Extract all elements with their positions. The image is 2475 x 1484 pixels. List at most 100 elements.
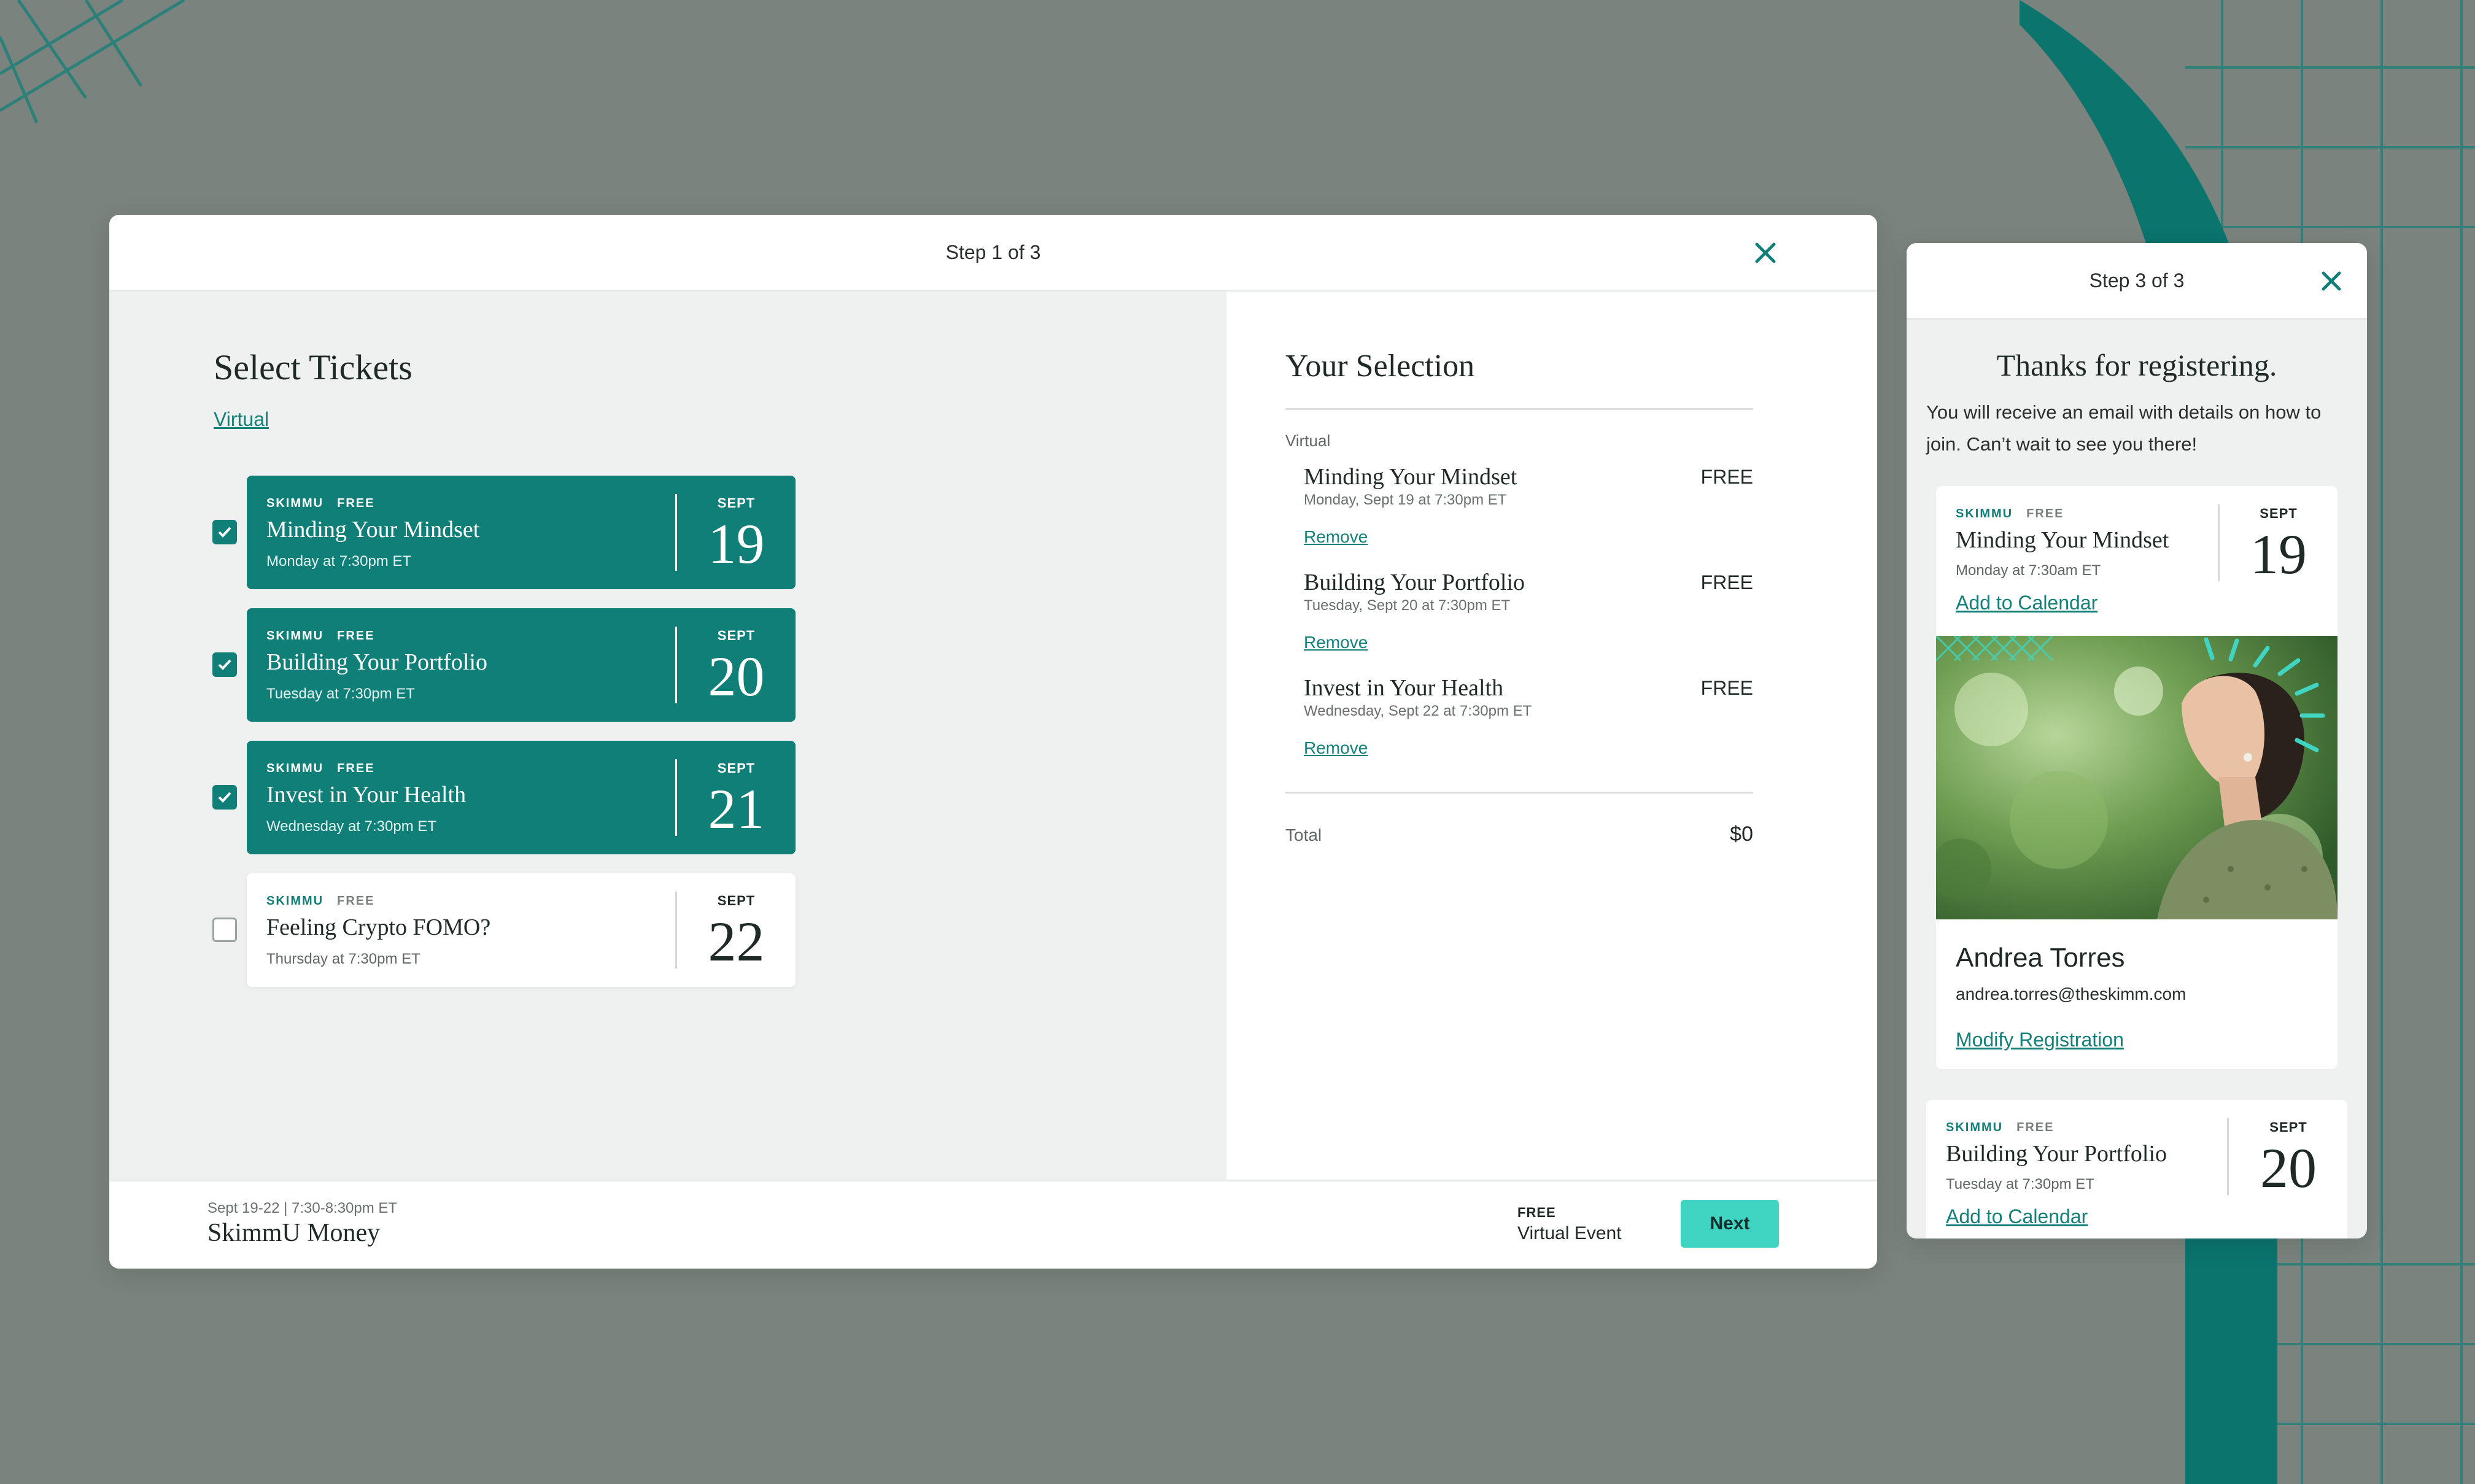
ticket-time: Monday at 7:30pm ET [266, 553, 412, 570]
selection-item-price: FREE [1700, 677, 1753, 699]
selection-section-label: Virtual [1285, 431, 1331, 450]
checkmark-icon [218, 792, 231, 803]
selection-item: Invest in Your Health Wednesday, Sept 22… [1304, 674, 1753, 758]
ticket-card[interactable]: SKIMMU FREE Invest in Your Health Wednesd… [247, 741, 796, 854]
selection-item: Building Your Portfolio Tuesday, Sept 20… [1304, 569, 1753, 652]
brand-tag: SKIMMU [266, 497, 324, 510]
checkmark-icon [218, 527, 231, 538]
ticket-card[interactable]: SKIMMU FREE Feeling Crypto FOMO? Thursday… [247, 873, 796, 987]
virtual-filter-link[interactable]: Virtual [214, 408, 269, 431]
ticket-selection-pane: Select Tickets Virtual SKIMMU FREE Mindin… [109, 292, 1226, 1180]
selection-item-name: Minding Your Mindset [1304, 464, 1517, 490]
ticket-name: Invest in Your Health [266, 782, 467, 808]
selection-item-price: FREE [1700, 571, 1753, 593]
ticket-checkbox[interactable] [212, 520, 237, 544]
ticket-tags: SKIMMU FREE [266, 762, 374, 776]
divider [1285, 408, 1753, 410]
ticket-row: SKIMMU FREE Minding Your Mindset Monday a… [212, 476, 796, 589]
confirmation-title: Thanks for registering. [1996, 348, 2277, 382]
remove-link[interactable]: Remove [1304, 633, 1368, 652]
selection-title: Your Selection [1285, 349, 1475, 384]
your-selection-pane: Your Selection Virtual Minding Your Mind… [1226, 292, 1877, 1180]
ticket-time: Tuesday at 7:30pm ET [1946, 1176, 2094, 1192]
ticket-card[interactable]: SKIMMU FREE Minding Your Mindset Monday a… [247, 476, 796, 589]
selection-item-price: FREE [1700, 466, 1753, 488]
total-value: $0 [1730, 822, 1753, 846]
registration-confirmation-modal: Step 3 of 3 Thanks for registering. You … [1907, 243, 2367, 1239]
ticket-time: Monday at 7:30am ET [1956, 562, 2101, 579]
ticket-time: Thursday at 7:30pm ET [266, 951, 420, 967]
brand-tag: SKIMMU [1946, 1121, 2004, 1134]
ticket-divider [675, 494, 677, 571]
close-icon[interactable] [1752, 239, 1779, 266]
ticket-day: 19 [708, 512, 765, 575]
ticket-divider [675, 759, 677, 836]
ticket-day: 22 [708, 910, 765, 973]
add-to-calendar-link[interactable]: Add to Calendar [1956, 592, 2097, 614]
ticket-checkbox[interactable] [212, 785, 237, 810]
attendee-name: Andrea Torres [1956, 943, 2125, 973]
brand-tag: SKIMMU [1956, 507, 2013, 520]
price-tag: FREE [2026, 507, 2064, 520]
price-tag: FREE [337, 629, 375, 643]
ticket-month: SEPT [717, 628, 756, 643]
price-tag: FREE [337, 762, 375, 775]
ticket-row: SKIMMU FREE Feeling Crypto FOMO? Thursday… [212, 873, 796, 987]
woman-portrait-photo [1936, 636, 2338, 919]
ticket-month: SEPT [2260, 506, 2298, 521]
ticket-tags: SKIMMU FREE [266, 629, 374, 643]
step-indicator: Step 3 of 3 [2089, 269, 2185, 292]
ticket-name: Building Your Portfolio [1946, 1141, 2167, 1167]
add-to-calendar-link[interactable]: Add to Calendar [1946, 1205, 2088, 1228]
ticket-month: SEPT [2269, 1119, 2307, 1135]
ticket-name: Minding Your Mindset [266, 517, 480, 543]
selection-item-name: Building Your Portfolio [1304, 570, 1525, 595]
registered-event-card: SKIMMU FREE Minding Your Mindset Monday a… [1936, 486, 2338, 1069]
selection-item-date: Wednesday, Sept 22 at 7:30pm ET [1304, 703, 1532, 719]
ticket-day: 19 [2250, 523, 2307, 585]
ticket-month: SEPT [717, 760, 756, 776]
registered-event-card: SKIMMU FREE Building Your Portfolio Tuesd… [1926, 1100, 2347, 1239]
ticket-time: Wednesday at 7:30pm ET [266, 818, 437, 835]
ticket-tags: SKIMMU FREE [1946, 1121, 2054, 1135]
ticket-month: SEPT [717, 495, 756, 511]
page-title: Select Tickets [214, 347, 412, 387]
price-tag: FREE [337, 497, 375, 510]
modal-footer: Sept 19-22 | 7:30-8:30pm ET SkimmU Money… [109, 1180, 1877, 1269]
ticket-card[interactable]: SKIMMU FREE Building Your Portfolio Tuesd… [247, 608, 796, 722]
ticket-tags: SKIMMU FREE [266, 894, 374, 908]
step-indicator: Step 1 of 3 [945, 241, 1041, 263]
ticket-divider [675, 627, 677, 703]
selection-item: Minding Your Mindset Monday, Sept 19 at … [1304, 463, 1753, 547]
ticket-day: 20 [708, 645, 765, 708]
modal-header: Step 3 of 3 [1907, 243, 2367, 320]
checkmark-icon [218, 659, 231, 670]
event-price: FREE [1517, 1205, 1556, 1220]
select-tickets-modal: Step 1 of 3 Select Tickets Virtual SKIMM… [109, 215, 1877, 1269]
modify-registration-link[interactable]: Modify Registration [1956, 1029, 2124, 1051]
ticket-divider [675, 892, 677, 968]
remove-link[interactable]: Remove [1304, 527, 1368, 547]
ticket-day: 21 [708, 778, 765, 840]
brand-tag: SKIMMU [266, 629, 324, 643]
confirmation-message: You will receive an email with details o… [1926, 401, 2322, 455]
next-button[interactable]: Next [1681, 1200, 1779, 1248]
ticket-tags: SKIMMU FREE [1956, 507, 2064, 521]
selection-item-date: Tuesday, Sept 20 at 7:30pm ET [1304, 597, 1511, 614]
ticket-divider [2227, 1118, 2229, 1195]
attendee-email: andrea.torres@theskimm.com [1956, 984, 2186, 1003]
ticket-time: Tuesday at 7:30pm ET [266, 686, 415, 702]
event-date-range: Sept 19-22 | 7:30-8:30pm ET [207, 1200, 398, 1216]
ticket-checkbox[interactable] [212, 652, 237, 677]
ticket-row: SKIMMU FREE Invest in Your Health Wednesd… [212, 741, 796, 854]
remove-link[interactable]: Remove [1304, 738, 1368, 758]
close-icon[interactable] [2319, 269, 2344, 293]
selection-item-date: Monday, Sept 19 at 7:30pm ET [1304, 492, 1507, 508]
selection-item-name: Invest in Your Health [1304, 675, 1504, 701]
modal-header: Step 1 of 3 [109, 215, 1877, 292]
ticket-checkbox[interactable] [212, 918, 237, 942]
ticket-row: SKIMMU FREE Building Your Portfolio Tuesd… [212, 608, 796, 722]
ticket-month: SEPT [717, 893, 756, 908]
ticket-name: Minding Your Mindset [1956, 527, 2169, 553]
ticket-tags: SKIMMU FREE [266, 497, 374, 511]
